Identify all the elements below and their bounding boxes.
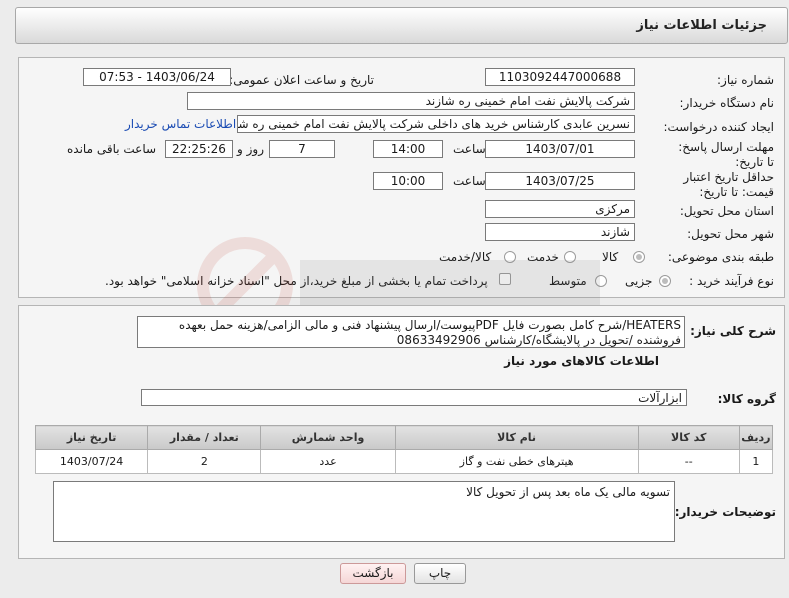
buyer-contact-link[interactable]: اطلاعات تماس خریدار (125, 117, 236, 131)
need-info-panel: شماره نیاز: 1103092447000688 تاریخ و ساع… (18, 57, 785, 298)
col-code: کد کالا (637, 425, 740, 450)
deadline-date-field: 1403/07/01 (485, 140, 635, 158)
announce-label: تاریخ و ساعت اعلان عمومی: (229, 73, 374, 87)
need-number-field: 1103092447000688 (485, 68, 635, 86)
creator-label: ایجاد کننده درخواست: (663, 120, 774, 134)
col-need-date: تاریخ نیاز (34, 425, 149, 450)
process-label: نوع فرآیند خرید : (689, 274, 774, 288)
goods-group-label: گروه کالا: (717, 392, 776, 406)
buyer-org-field: شرکت پالایش نفت امام خمینی ره شازند (187, 92, 635, 110)
table-row[interactable]: 1 -- هیترهای خطی نفت و گاز عدد 2 1403/07… (34, 449, 774, 474)
validity-time-field: 10:00 (373, 172, 443, 190)
treasury-payment-note: پرداخت تمام یا بخشی از مبلغ خرید،از محل … (105, 274, 488, 288)
process-radio-medium[interactable] (595, 275, 607, 287)
items-section-title: اطلاعات کالاهای مورد نیاز (504, 354, 659, 368)
description-field: HEATERS/شرح کامل بصورت فایل PDFپیوست/ارس… (137, 316, 685, 348)
col-unit: واحد شمارش (260, 425, 396, 450)
announce-field: 1403/06/24 - 07:53 (83, 68, 231, 86)
details-panel: شرح کلی نیاز: HEATERS/شرح کامل بصورت فای… (18, 305, 785, 559)
col-quantity: تعداد / مقدار (147, 425, 262, 450)
city-field: شازند (485, 223, 635, 241)
province-field: مرکزی (485, 200, 635, 218)
city-label: شهر محل تحویل: (687, 227, 774, 241)
buyer-org-label: نام دستگاه خریدار: (679, 96, 775, 110)
items-table-header: ردیف کد کالا نام کالا واحد شمارش تعداد /… (34, 425, 774, 450)
treasury-payment-checkbox[interactable] (499, 273, 511, 285)
items-table: ردیف کد کالا نام کالا واحد شمارش تعداد /… (34, 425, 774, 474)
print-button[interactable]: چاپ (414, 563, 466, 584)
process-option-minor: جزیی (625, 274, 653, 288)
province-label: استان محل تحویل: (679, 204, 774, 218)
category-label: طبقه بندی موضوعی: (667, 250, 774, 264)
need-number-label: شماره نیاز: (717, 73, 774, 87)
creator-field: نسرین عابدی کارشناس خرید های داخلی شرکت … (237, 115, 635, 133)
goods-group-field: ابزارآلات (141, 389, 687, 406)
cell-code: -- (637, 449, 740, 474)
remaining-time-field: 22:25:26 (165, 140, 233, 158)
category-option-service: خدمت (527, 250, 559, 264)
category-radio-goods[interactable] (633, 251, 645, 263)
remaining-days-field: 7 (269, 140, 335, 158)
category-option-goods-service: کالا/خدمت (439, 250, 492, 264)
category-radio-goods-service[interactable] (504, 251, 516, 263)
cell-row: 1 (738, 449, 774, 474)
description-label: شرح کلی نیاز: (690, 324, 776, 338)
cell-need-date: 1403/07/24 (34, 449, 149, 474)
deadline-time-label: ساعت (453, 142, 486, 156)
col-row: ردیف (738, 425, 774, 450)
deadline-time-field: 14:00 (373, 140, 443, 158)
buyer-notes-field: تسویه مالی یک ماه بعد پس از تحویل کالا (53, 481, 675, 542)
process-radio-minor[interactable] (659, 275, 671, 287)
remaining-time-label: ساعت باقی مانده (67, 142, 157, 156)
col-name: نام کالا (394, 425, 639, 450)
category-option-goods: کالا (602, 250, 619, 264)
days-label: روز و (237, 142, 264, 156)
back-button[interactable]: بازگشت (340, 563, 406, 584)
page-header: جزئیات اطلاعات نیاز (15, 7, 788, 44)
category-radio-service[interactable] (564, 251, 576, 263)
cell-unit: عدد (260, 449, 396, 474)
cell-quantity: 2 (147, 449, 262, 474)
cell-name: هیترهای خطی نفت و گاز (394, 449, 639, 474)
page-title: جزئیات اطلاعات نیاز (636, 18, 767, 33)
validity-date-field: 1403/07/25 (485, 172, 635, 190)
validity-time-label: ساعت (453, 174, 486, 188)
deadline-label: مهلت ارسال پاسخ: تا تاریخ: (678, 140, 774, 169)
price-validity-label: حداقل تاریخ اعتبار قیمت: تا تاریخ: (683, 170, 774, 199)
buyer-notes-label: توضیحات خریدار: (674, 505, 776, 519)
process-option-medium: متوسط (549, 274, 587, 288)
